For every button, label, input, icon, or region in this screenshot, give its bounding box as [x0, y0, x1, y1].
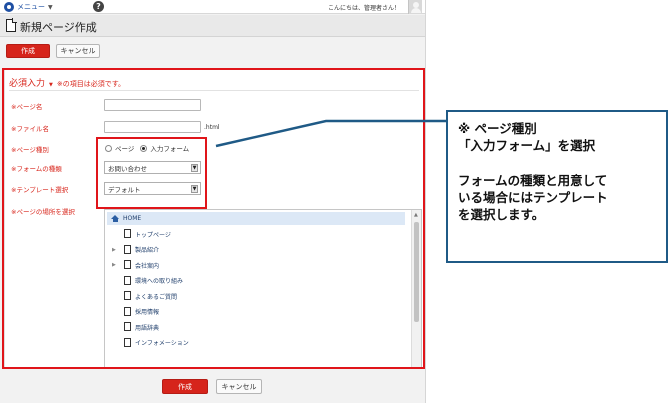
callout-box: ※ ページ種別 「入力フォーム」を選択 フォームの種類と用意して いる場合にはテ… — [446, 110, 668, 263]
callout-line-1: ※ ページ種別 — [458, 121, 537, 136]
root: メニュー ▼ ? こんにちは、管理者さん！ 新規ページ作成 作成 キャンセル 必… — [0, 0, 672, 403]
callout-line-5: を選択します。 — [458, 207, 545, 222]
connector-line — [215, 119, 446, 148]
callout-line-2: 「入力フォーム」を選択 — [458, 138, 596, 153]
callout-line-3: フォームの種類と用意して — [458, 173, 608, 188]
callout-line-4: いる場合にはテンプレート — [458, 190, 608, 205]
